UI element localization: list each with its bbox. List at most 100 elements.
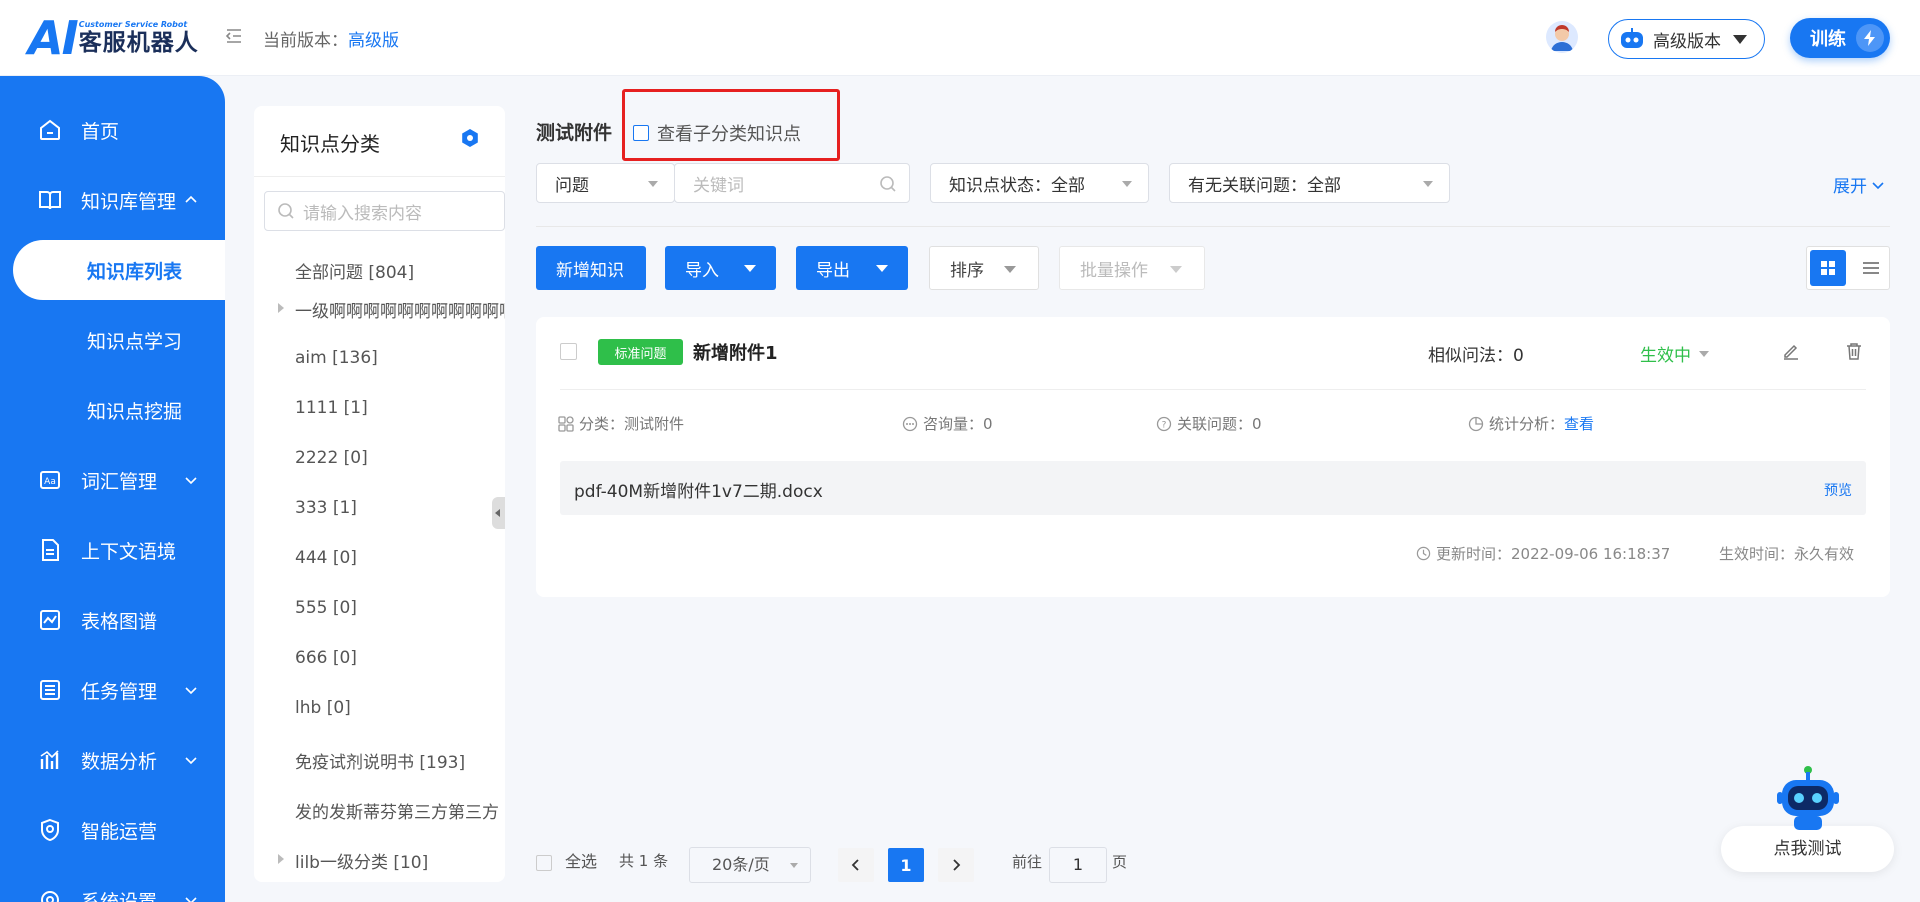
svg-text:Aa: Aa <box>44 477 56 487</box>
category-item[interactable]: 1111 [1] <box>295 398 368 418</box>
sidebar-item-label: 上下文语境 <box>81 540 177 563</box>
status-select[interactable]: 生效中 <box>1640 341 1709 366</box>
stats-meta: 统计分析： 查看 <box>1468 413 1594 434</box>
goto-suffix: 页 <box>1112 853 1128 871</box>
category-item[interactable]: 免疫试剂说明书 [193] <box>295 748 465 773</box>
export-button[interactable]: 导出 <box>796 246 908 290</box>
category-item[interactable]: lilb一级分类 [10] <box>295 848 428 873</box>
chevron-right-icon <box>953 859 961 871</box>
category-item[interactable]: 发的发斯蒂芬第三方第三方 <box>295 798 499 823</box>
category-item[interactable]: lhb [0] <box>295 698 351 718</box>
attachment-filename[interactable]: pdf-40M新增附件1v7二期.docx <box>574 477 823 502</box>
prev-page-button[interactable] <box>838 848 874 882</box>
total-count: 共 1 条 <box>619 852 669 870</box>
sidebar-item-smart-ops[interactable]: 智能运营 <box>0 800 225 860</box>
next-page-button[interactable] <box>938 848 974 882</box>
version-select[interactable]: 高级版本 <box>1608 19 1765 59</box>
page-size-select[interactable]: 20条/页 <box>689 847 811 883</box>
logo-ai-text: AI <box>28 11 79 65</box>
select-all-checkbox[interactable] <box>536 855 552 871</box>
sidebar-item-home[interactable]: 首页 <box>0 100 225 160</box>
batch-operation-button[interactable]: 批量操作 <box>1059 246 1205 290</box>
list-view-button[interactable] <box>1853 250 1889 286</box>
sidebar-item-analytics[interactable]: 数据分析 <box>0 730 225 790</box>
caret-down-icon <box>1170 266 1182 273</box>
divider <box>536 226 1890 227</box>
pie-chart-icon <box>1468 416 1484 431</box>
sort-button[interactable]: 排序 <box>929 246 1039 290</box>
sidebar-item-context[interactable]: 上下文语境 <box>0 520 225 580</box>
robot-mascot-icon[interactable] <box>1774 764 1842 832</box>
collapse-menu-icon[interactable] <box>224 26 244 46</box>
current-page: 1 <box>900 855 912 875</box>
status-select[interactable]: 知识点状态：全部 <box>930 163 1149 203</box>
batch-operation-label: 批量操作 <box>1080 260 1148 281</box>
caret-right-icon[interactable] <box>278 303 284 313</box>
category-item[interactable]: 444 [0] <box>295 548 357 568</box>
train-button[interactable]: 训练 <box>1790 18 1890 58</box>
category-item[interactable]: 全部问题 [804] <box>295 258 414 283</box>
sidebar-item-vocab[interactable]: Aa 词汇管理 <box>0 450 225 510</box>
expand-filters-link[interactable]: 展开 <box>1833 172 1885 197</box>
test-bot-label: 点我测试 <box>1773 839 1842 859</box>
page-number-button[interactable]: 1 <box>888 848 924 882</box>
sidebar-item-label: 知识库列表 <box>87 260 183 283</box>
import-label: 导入 <box>685 260 719 281</box>
sidebar-item-knowledge-list[interactable]: 知识库列表 <box>13 240 225 300</box>
category-item[interactable]: 666 [0] <box>295 648 357 668</box>
sidebar-item-knowledge-learning[interactable]: 知识点学习 <box>0 310 225 370</box>
preview-link[interactable]: 预览 <box>1824 480 1852 500</box>
sidebar-item-label: 表格图谱 <box>81 610 158 633</box>
type-select[interactable]: 问题 <box>536 163 675 203</box>
knowledge-title[interactable]: 新增附件1 <box>693 339 778 365</box>
search-icon <box>278 203 294 219</box>
keyword-input[interactable]: 关键词 <box>674 163 910 203</box>
test-bot-button[interactable]: 点我测试 <box>1721 826 1894 872</box>
grid-view-button[interactable] <box>1810 250 1846 286</box>
user-avatar[interactable] <box>1546 21 1578 53</box>
list-icon <box>1863 262 1879 274</box>
book-icon <box>39 191 61 210</box>
related-select[interactable]: 有无关联问题：全部 <box>1169 163 1450 203</box>
category-item[interactable]: 一级啊啊啊啊啊啊啊啊啊啊啊 <box>295 297 505 322</box>
stats-view-link[interactable]: 查看 <box>1564 413 1594 434</box>
knowledge-card: 标准问题 新增附件1 相似问法：0 生效中 分类：测试附件 咨询量：0 ? 关联… <box>536 317 1890 597</box>
edit-icon[interactable] <box>1782 342 1800 360</box>
home-icon <box>40 119 60 140</box>
category-item[interactable]: 333 [1] <box>295 498 357 518</box>
category-icon <box>558 415 574 432</box>
sidebar-item-settings[interactable]: 系统设置 <box>0 870 225 902</box>
import-button[interactable]: 导入 <box>665 246 776 290</box>
caret-right-icon[interactable] <box>278 854 284 864</box>
sidebar-item-table-graph[interactable]: 表格图谱 <box>0 590 225 650</box>
page-title: 测试附件 <box>536 122 613 144</box>
similar-count: 相似问法：0 <box>1428 346 1524 366</box>
select-all-label[interactable]: 全选 <box>565 848 597 872</box>
highlight-box <box>622 89 840 161</box>
app-logo[interactable]: AI Customer Service Robot 客服机器人 <box>28 11 199 65</box>
category-item[interactable]: aim [136] <box>295 348 378 368</box>
goto-page-input[interactable]: 1 <box>1049 847 1107 883</box>
sidebar-item-task[interactable]: 任务管理 <box>0 660 225 720</box>
search-icon[interactable] <box>879 175 897 193</box>
type-select-value: 问题 <box>555 175 589 196</box>
sidebar-item-knowledge-base[interactable]: 知识库管理 <box>0 170 225 230</box>
gear-icon[interactable] <box>460 128 480 148</box>
chart-icon <box>40 610 60 630</box>
card-checkbox[interactable] <box>560 343 577 360</box>
sort-label: 排序 <box>950 260 984 281</box>
chevron-left-icon <box>851 859 859 871</box>
sidebar-item-knowledge-mining[interactable]: 知识点挖掘 <box>0 380 225 440</box>
analytics-icon <box>40 750 59 769</box>
category-item[interactable]: 555 [0] <box>295 598 357 618</box>
category-item[interactable]: 2222 [0] <box>295 448 368 468</box>
sidebar-item-label: 智能运营 <box>81 820 158 843</box>
trash-icon[interactable] <box>1845 342 1863 360</box>
add-knowledge-button[interactable]: 新增知识 <box>536 246 646 290</box>
effective-time: 生效时间：永久有效 <box>1719 545 1855 563</box>
vocab-icon: Aa <box>40 471 60 489</box>
category-search-input[interactable]: 请输入搜索内容 <box>264 191 505 231</box>
sidebar-item-label: 首页 <box>81 120 120 143</box>
panel-collapse-handle[interactable] <box>492 497 505 529</box>
caret-down-icon <box>790 863 798 868</box>
